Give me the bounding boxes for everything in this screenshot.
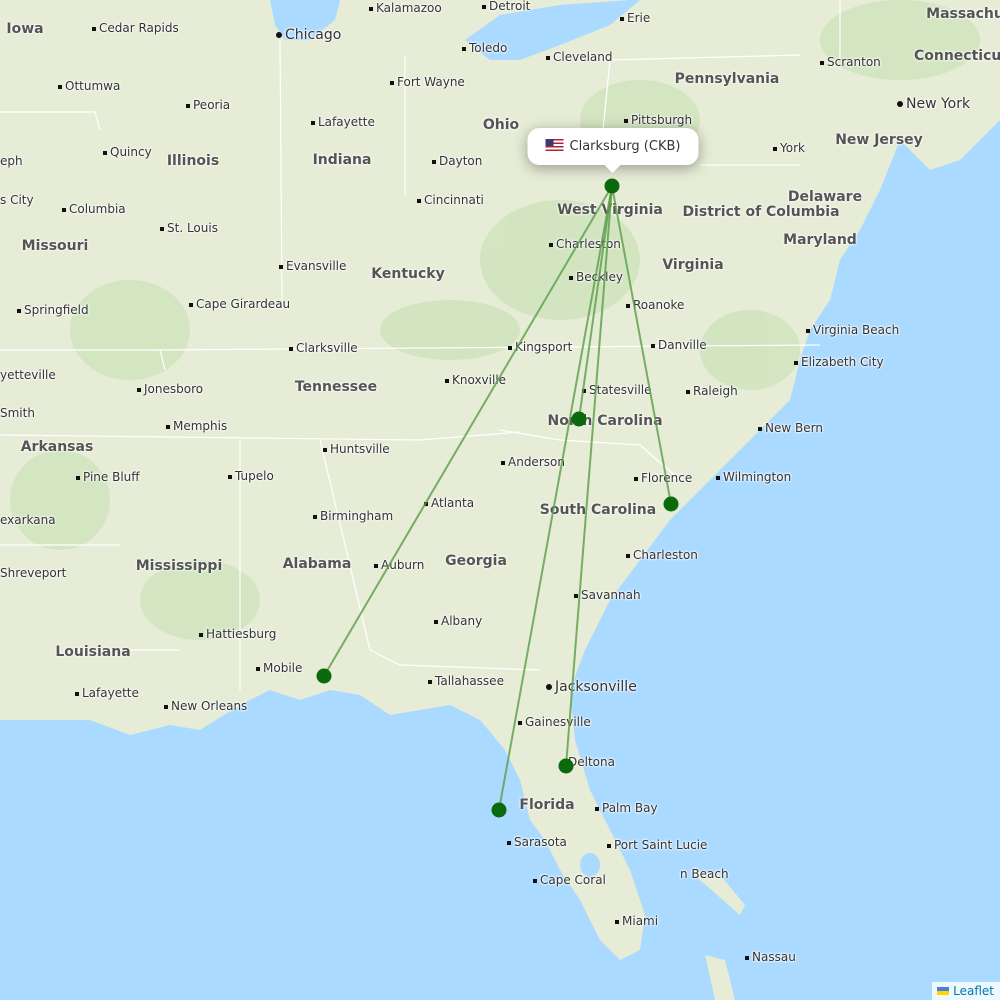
destination-marker[interactable] (316, 668, 332, 684)
ukraine-flag-icon (937, 987, 950, 995)
leaflet-link[interactable]: Leaflet (953, 984, 994, 998)
route-line[interactable] (565, 185, 613, 767)
destination-marker[interactable] (663, 496, 679, 512)
destination-marker[interactable] (558, 758, 574, 774)
us-flag-icon (545, 139, 564, 151)
origin-marker[interactable] (604, 178, 620, 194)
map-container[interactable]: Iowa Illinois Indiana Ohio Pennsylvania New J… (0, 0, 1000, 1000)
popup-label: Clarksburg (CKB) (569, 139, 681, 154)
attribution: Leaflet (932, 982, 1000, 1000)
route-line[interactable] (498, 185, 613, 811)
airport-popup[interactable]: Clarksburg (CKB) (527, 128, 699, 173)
destination-marker[interactable] (491, 802, 507, 818)
route-line[interactable] (611, 185, 672, 505)
route-layer (316, 178, 679, 818)
destination-marker[interactable] (571, 411, 587, 427)
route-line[interactable] (323, 185, 613, 677)
